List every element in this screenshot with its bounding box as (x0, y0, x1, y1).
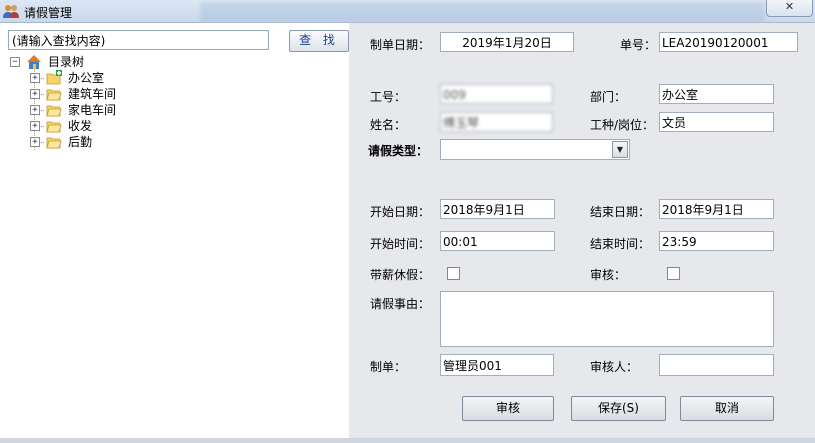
tree-root-label: 目录树 (48, 55, 85, 69)
expand-icon[interactable]: + (30, 121, 40, 131)
window-title: 请假管理 (24, 6, 73, 20)
home-icon (27, 55, 41, 69)
maker-field[interactable]: 管理员001 (440, 354, 554, 376)
end-time-field[interactable]: 23:59 (659, 231, 774, 251)
tree-item-label: 后勤 (68, 135, 93, 149)
reason-textarea[interactable] (440, 291, 774, 347)
tree-root[interactable]: − 目录树 (10, 54, 210, 70)
search-input[interactable] (8, 30, 269, 50)
dept-field[interactable]: 办公室 (659, 84, 774, 104)
approver-label: 审核人： (590, 360, 639, 374)
expand-icon[interactable]: + (30, 137, 40, 147)
start-date-label: 开始日期： (370, 205, 431, 219)
close-button[interactable]: ✕ (766, 0, 813, 17)
title-bar: 请假管理 ✕ (0, 0, 815, 23)
emp-no-field[interactable]: 009 (440, 84, 553, 104)
start-time-field[interactable]: 00:01 (440, 231, 555, 251)
name-label: 姓名： (370, 118, 407, 132)
doc-no-field[interactable]: LEA20190120001 (659, 32, 798, 52)
tree-item-label: 建筑车间 (68, 87, 117, 101)
approver-field[interactable] (659, 354, 774, 376)
leave-form: 制单日期： 2019年1月20日 单号： LEA20190120001 工号： … (349, 23, 815, 438)
window-bottom-edge (0, 438, 815, 443)
created-date-label: 制单日期： (370, 38, 431, 52)
save-button[interactable]: 保存(S) (571, 396, 666, 421)
position-label: 工种/岗位： (590, 118, 655, 132)
doc-no-label: 单号： (620, 38, 657, 52)
tree-item-label: 收发 (68, 119, 93, 133)
approved-label: 审核： (590, 268, 627, 282)
tree-item-logistics[interactable]: + 后勤 (10, 134, 210, 150)
folder-icon (46, 89, 62, 101)
position-field[interactable]: 文员 (659, 112, 774, 132)
expand-icon[interactable]: + (30, 89, 40, 99)
folder-icon (46, 105, 62, 117)
end-date-label: 结束日期： (590, 205, 651, 219)
start-time-label: 开始时间： (370, 237, 431, 251)
folder-add-icon (46, 70, 62, 85)
dropdown-arrow-icon[interactable]: ▼ (612, 141, 628, 158)
cancel-button[interactable]: 取消 (680, 396, 774, 421)
collapse-icon[interactable]: − (10, 57, 20, 67)
tree-item-office[interactable]: + 办公室 (10, 70, 210, 86)
start-date-field[interactable]: 2018年9月1日 (440, 199, 555, 219)
dept-label: 部门： (590, 90, 627, 104)
name-field[interactable]: 傅玉琴 (440, 112, 553, 132)
paid-leave-label: 带薪休假： (370, 268, 431, 282)
end-date-field[interactable]: 2018年9月1日 (659, 199, 774, 219)
expand-icon[interactable]: + (30, 105, 40, 115)
leave-type-label: 请假类型： (368, 144, 429, 158)
tree-item-label: 家电车间 (68, 103, 117, 117)
blurred-background-menu (200, 2, 765, 22)
expand-icon[interactable]: + (30, 73, 40, 83)
maker-label: 制单： (370, 360, 407, 374)
directory-tree: − 目录树 + 办公室 + 建筑车间 + 家电车间 + 收发 + 后勤 (10, 54, 210, 150)
emp-no-label: 工号： (370, 90, 407, 104)
search-button[interactable]: 查 找 (289, 30, 349, 52)
reason-label: 请假事由： (370, 297, 431, 311)
approve-button[interactable]: 审核 (462, 396, 554, 421)
users-icon (3, 5, 19, 18)
tree-item-shipping[interactable]: + 收发 (10, 118, 210, 134)
tree-item-building-workshop[interactable]: + 建筑车间 (10, 86, 210, 102)
tree-item-appliance-workshop[interactable]: + 家电车间 (10, 102, 210, 118)
approved-checkbox[interactable] (667, 267, 680, 280)
paid-leave-checkbox[interactable] (447, 267, 460, 280)
created-date-field[interactable]: 2019年1月20日 (440, 32, 574, 52)
leave-type-select[interactable]: ▼ (440, 139, 630, 160)
folder-icon (46, 137, 62, 149)
folder-icon (46, 121, 62, 133)
tree-item-label: 办公室 (68, 71, 105, 85)
end-time-label: 结束时间： (590, 237, 651, 251)
tree-panel: 查 找 − 目录树 + 办公室 + (0, 23, 349, 438)
